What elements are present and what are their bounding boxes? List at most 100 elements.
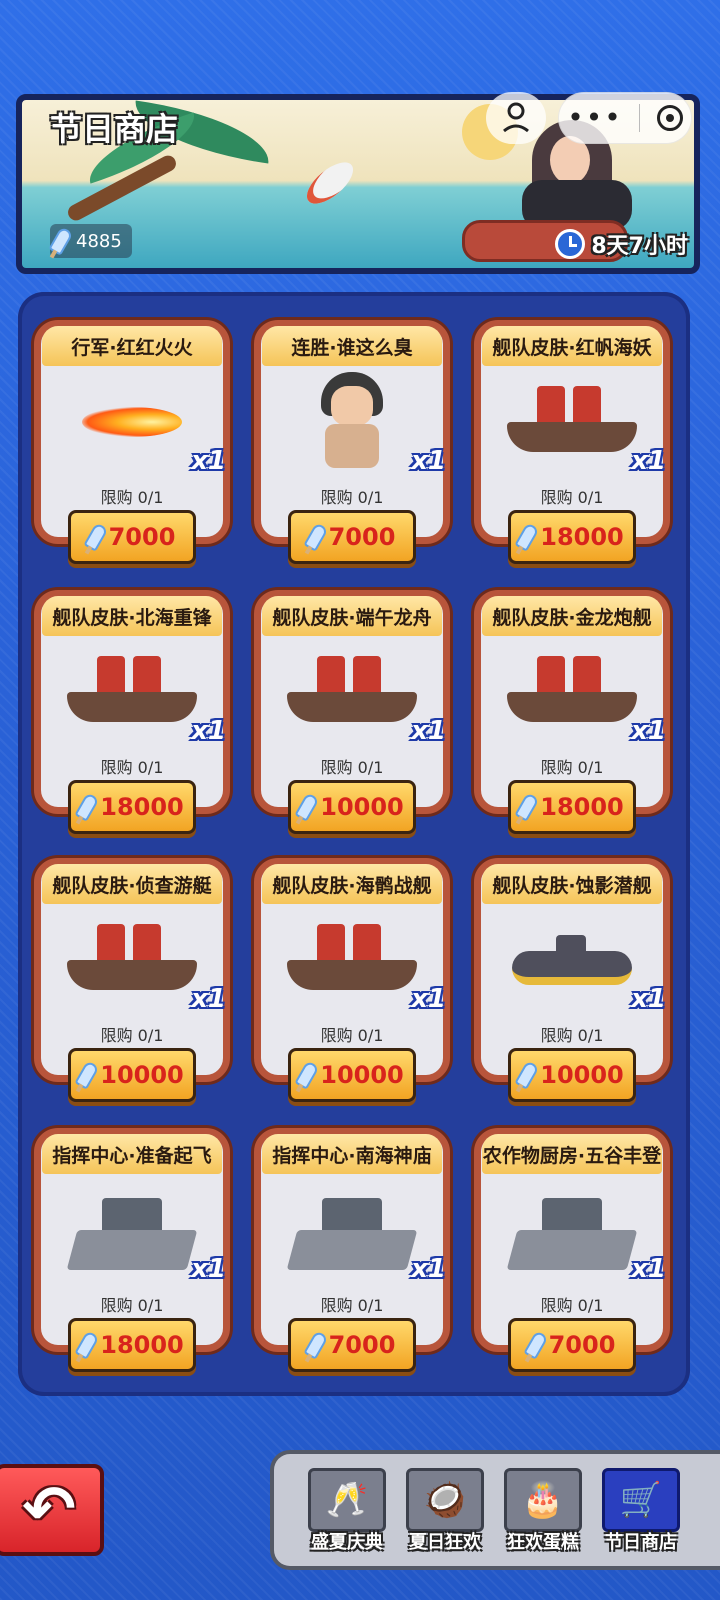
shop-item-card[interactable]: 指挥中心·准备起飞 x1 限购 0/1 18000	[34, 1128, 230, 1388]
item-price: 10000	[320, 1061, 404, 1089]
buy-button[interactable]: 10000	[508, 1048, 636, 1102]
back-button[interactable]: ↶	[0, 1464, 104, 1556]
pin-icon	[503, 102, 529, 133]
item-quantity: x1	[631, 716, 666, 746]
item-title: 舰队皮肤·红帆海妖	[482, 326, 662, 366]
purchase-limit: 限购 0/1	[320, 758, 384, 777]
shop-item-card[interactable]: 舰队皮肤·红帆海妖 x1 限购 0/1 18000	[474, 320, 670, 580]
purchase-limit: 限购 0/1	[320, 488, 384, 507]
buy-button[interactable]: 10000	[288, 1048, 416, 1102]
coconut-drink-icon: 🥥	[406, 1468, 484, 1532]
popsicle-icon	[48, 226, 74, 256]
item-art-red-sail-ship	[498, 372, 646, 472]
purchase-limit: 限购 0/1	[540, 1026, 604, 1045]
item-title: 舰队皮肤·侦查游艇	[42, 864, 222, 904]
currency-amount: 4885	[76, 230, 122, 252]
purchase-limit: 限购 0/1	[100, 1296, 164, 1315]
page-title: 节日商店	[50, 110, 179, 148]
more-menu-icon[interactable]: •••	[567, 104, 623, 132]
buy-button[interactable]: 18000	[508, 780, 636, 834]
item-quantity: x1	[411, 716, 446, 746]
pin-button[interactable]	[486, 92, 546, 144]
tab-2[interactable]: 🥥 夏日狂欢	[404, 1468, 486, 1554]
buy-button[interactable]: 10000	[288, 780, 416, 834]
tab-4[interactable]: 🛒 节日商店	[600, 1468, 682, 1554]
shop-item-card[interactable]: 舰队皮肤·北海重锋 x1 限购 0/1 18000	[34, 590, 230, 850]
buy-button[interactable]: 10000	[68, 1048, 196, 1102]
item-quantity: x1	[191, 716, 226, 746]
currency-display: 4885	[48, 224, 132, 258]
item-art-armored-ship	[58, 642, 206, 742]
shop-item-card[interactable]: 舰队皮肤·侦查游艇 x1 限购 0/1 10000	[34, 858, 230, 1118]
shop-item-card[interactable]: 行军·红红火火 x1 限购 0/1 7000	[34, 320, 230, 580]
buy-button[interactable]: 7000	[288, 1318, 416, 1372]
item-price: 18000	[540, 793, 624, 821]
item-art-smelly-man	[278, 372, 426, 472]
miniprogram-capsule: •••	[558, 92, 692, 144]
item-quantity: x1	[411, 446, 446, 476]
buy-button[interactable]: 7000	[508, 1318, 636, 1372]
shop-item-card[interactable]: 农作物厨房·五谷丰登 x1 限购 0/1 7000	[474, 1128, 670, 1388]
item-title: 指挥中心·准备起飞	[42, 1134, 222, 1174]
item-title: 舰队皮肤·北海重锋	[42, 596, 222, 636]
tab-3[interactable]: 🎂 狂欢蛋糕	[502, 1468, 584, 1554]
item-price: 7000	[108, 523, 176, 551]
popsicle-icon	[303, 522, 329, 552]
capsule-divider	[639, 104, 641, 132]
cake-icon: 🎂	[504, 1468, 582, 1532]
item-price: 18000	[540, 523, 624, 551]
purchase-limit: 限购 0/1	[540, 1296, 604, 1315]
tab-label: 节日商店	[605, 1532, 677, 1553]
shop-item-card[interactable]: 舰队皮肤·端午龙舟 x1 限购 0/1 10000	[254, 590, 450, 850]
close-miniprogram-icon[interactable]	[656, 105, 683, 131]
buy-button[interactable]: 18000	[68, 1318, 196, 1372]
popsicle-icon	[74, 1060, 100, 1090]
koi-fish-art	[300, 155, 360, 211]
shop-panel: 行军·红红火火 x1 限购 0/1 7000 连胜·谁这么臭 x1 限购 0/1…	[18, 292, 690, 1396]
item-price: 7000	[328, 523, 396, 551]
shop-item-card[interactable]: 连胜·谁这么臭 x1 限购 0/1 7000	[254, 320, 450, 580]
popsicle-icon	[294, 1060, 320, 1090]
item-title: 指挥中心·南海神庙	[262, 1134, 442, 1174]
buy-button[interactable]: 18000	[68, 780, 196, 834]
shop-item-card[interactable]: 舰队皮肤·海鹘战舰 x1 限购 0/1 10000	[254, 858, 450, 1118]
tab-1[interactable]: 🥂 盛夏庆典	[306, 1468, 388, 1554]
buy-button[interactable]: 7000	[288, 510, 416, 564]
timer-text: 8天7小时	[591, 234, 688, 259]
purchase-limit: 限购 0/1	[540, 758, 604, 777]
popsicle-icon	[294, 792, 320, 822]
cheers-glasses-icon: 🥂	[308, 1468, 386, 1532]
shop-item-card[interactable]: 指挥中心·南海神庙 x1 限购 0/1 7000	[254, 1128, 450, 1388]
popsicle-icon	[523, 1330, 549, 1360]
item-quantity: x1	[191, 446, 226, 476]
item-price: 10000	[100, 1061, 184, 1089]
purchase-limit: 限购 0/1	[320, 1296, 384, 1315]
item-art-temple	[278, 1180, 426, 1280]
item-art-kitchen	[498, 1180, 646, 1280]
tab-label: 狂欢蛋糕	[507, 1532, 579, 1553]
shop-item-card[interactable]: 舰队皮肤·金龙炮舰 x1 限购 0/1 18000	[474, 590, 670, 850]
popsicle-icon	[514, 522, 540, 552]
item-price: 10000	[320, 793, 404, 821]
buy-button[interactable]: 18000	[508, 510, 636, 564]
item-art-scout-yacht	[58, 910, 206, 1010]
item-price: 7000	[548, 1331, 616, 1359]
shop-item-card[interactable]: 舰队皮肤·蚀影潜舰 x1 限购 0/1 10000	[474, 858, 670, 1118]
purchase-limit: 限购 0/1	[540, 488, 604, 507]
item-title: 舰队皮肤·金龙炮舰	[482, 596, 662, 636]
popsicle-icon	[514, 792, 540, 822]
buy-button[interactable]: 7000	[68, 510, 196, 564]
item-title: 农作物厨房·五谷丰登	[482, 1134, 662, 1174]
item-art-golden-dragon-ship	[498, 642, 646, 742]
purchase-limit: 限购 0/1	[100, 1026, 164, 1045]
event-timer: 8天7小时	[555, 228, 688, 260]
item-art-airbase	[58, 1180, 206, 1280]
item-quantity: x1	[631, 446, 666, 476]
item-art-seahawk-warship	[278, 910, 426, 1010]
popsicle-icon	[83, 522, 109, 552]
popsicle-icon	[74, 1330, 100, 1360]
item-price: 7000	[328, 1331, 396, 1359]
item-quantity: x1	[191, 984, 226, 1014]
event-tab-bar: 🥂 盛夏庆典 🥥 夏日狂欢 🎂 狂欢蛋糕 🛒 节日商店	[270, 1450, 720, 1570]
item-price: 18000	[100, 1331, 184, 1359]
